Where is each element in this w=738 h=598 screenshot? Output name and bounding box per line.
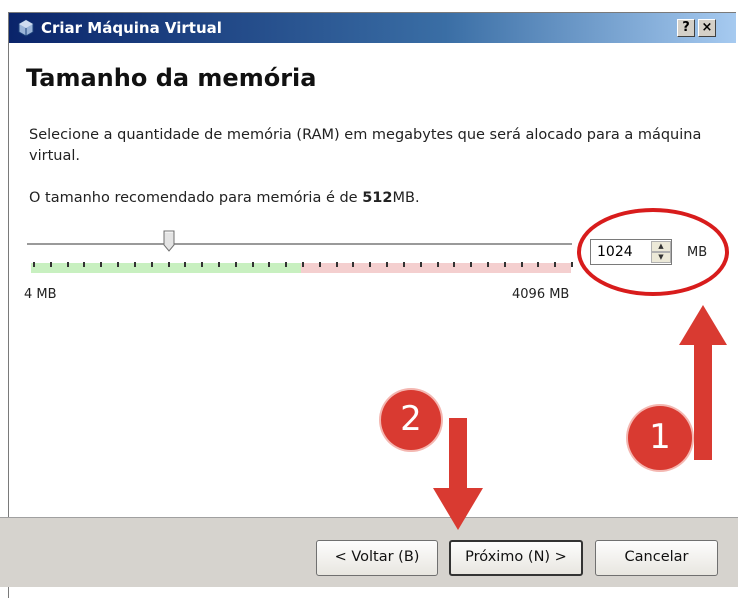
arrow-1-head: [679, 305, 727, 345]
step-1-badge: 1: [628, 406, 692, 470]
annotation-arrows: [433, 305, 727, 530]
step-2-badge: 2: [381, 390, 441, 450]
arrow-2-shaft: [449, 418, 467, 494]
arrow-1-shaft: [694, 340, 712, 460]
arrow-2-head: [433, 488, 483, 530]
